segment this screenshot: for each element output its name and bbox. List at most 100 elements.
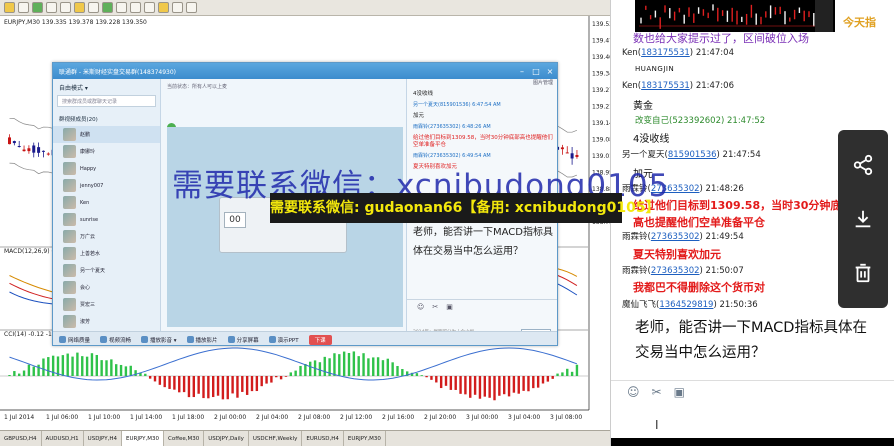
toolbar-button[interactable] <box>88 2 99 13</box>
video-counter: 00 <box>224 212 246 228</box>
emoji-icon[interactable]: ☺ <box>417 303 424 311</box>
minimize-icon[interactable]: – <box>515 67 529 76</box>
member-item[interactable]: 另一个夏天 <box>53 262 160 279</box>
histogram-bar <box>270 376 273 383</box>
scissors-icon[interactable]: ✂ <box>652 385 662 399</box>
sender-id-link[interactable]: 183175531 <box>641 81 690 91</box>
candle-body <box>37 147 41 153</box>
member-name: sunrise <box>80 216 99 223</box>
sender-id-link[interactable]: 273635302 <box>651 232 700 242</box>
history-toolbar[interactable]: 图片管理 <box>407 79 557 89</box>
download-button[interactable] <box>848 204 878 234</box>
toolbar-button[interactable] <box>18 2 29 13</box>
time-tick-label: 2 Jul 00:00 <box>214 414 246 421</box>
candle-body <box>8 137 11 145</box>
share-button[interactable] <box>848 150 878 180</box>
histogram-bar <box>42 358 45 376</box>
sender-id-link[interactable]: 273635302 <box>651 184 700 194</box>
toolbar-button[interactable] <box>102 2 113 13</box>
message-time: 21:49:54 <box>705 232 744 242</box>
toolbar-button[interactable]: 下课 <box>308 334 332 345</box>
image-icon[interactable]: ▣ <box>674 385 685 399</box>
image-icon[interactable]: ▣ <box>446 303 453 311</box>
histogram-bar <box>71 356 74 376</box>
toolbar-button[interactable] <box>116 2 127 13</box>
sender-id-link[interactable]: 815901536 <box>668 150 717 160</box>
symbol-tab[interactable]: Coffee,M30 <box>164 431 205 446</box>
toolbar-button[interactable]: 演示PPT <box>268 336 299 344</box>
time-tick-label: 2 Jul 04:00 <box>256 414 288 421</box>
candle-body <box>17 146 21 148</box>
chat-title: 联通群 - 米斯财经实盘交易群(148374930) <box>59 68 177 76</box>
candle-body <box>575 154 579 157</box>
sender-id-link[interactable]: 183175531 <box>641 48 690 58</box>
toolbar-button[interactable] <box>46 2 57 13</box>
symbol-tab[interactable]: USDJPY,Daily <box>204 431 249 446</box>
message-text: 数也给大家提示过了，区间破位入场 <box>633 32 809 45</box>
text-caret-icon: I <box>655 418 659 432</box>
member-item[interactable]: 会心 <box>53 279 160 296</box>
video-area[interactable]: 00 <box>167 127 403 327</box>
mode-dropdown[interactable]: 自由模式 ▾ <box>53 79 160 93</box>
toolbar-button[interactable] <box>158 2 169 13</box>
toolbar-button[interactable] <box>172 2 183 13</box>
toolbar-button[interactable]: 视频流畅 <box>100 336 131 344</box>
histogram-bar <box>284 376 288 377</box>
candle-body <box>565 152 569 154</box>
chat-bottom-toolbar: 网络质量 视频流畅 播放影音 ▾ 播放影片 分享屏幕 演示PPT 下课 <box>53 331 557 345</box>
delete-button[interactable] <box>848 258 878 288</box>
maximize-icon[interactable]: □ <box>529 67 543 76</box>
symbol-tab[interactable]: USDJPY,H4 <box>84 431 122 446</box>
histogram-bar <box>85 356 89 376</box>
toolbar-button[interactable] <box>186 2 197 13</box>
symbol-tab[interactable]: EURJPY,M30 <box>344 431 386 446</box>
histogram-bar <box>148 376 152 379</box>
toolbar-button[interactable] <box>60 2 71 13</box>
member-item[interactable]: Ken <box>53 194 160 211</box>
toolbar-button[interactable] <box>74 2 85 13</box>
symbol-tab[interactable]: AUDUSD,H1 <box>42 431 84 446</box>
sender-id-link[interactable]: 1364529819 <box>659 300 713 310</box>
histogram-bar <box>231 376 234 394</box>
member-item[interactable]: Happy <box>53 160 160 177</box>
avatar <box>63 298 76 311</box>
member-search-input[interactable]: 搜索群成员或群聊天记录 <box>57 95 156 107</box>
member-item[interactable]: sunrise <box>53 211 160 228</box>
member-item[interactable]: 贾宏三 <box>53 296 160 313</box>
time-tick-label: 3 Jul 00:00 <box>466 414 498 421</box>
toolbar-button-label: 下课 <box>314 337 326 344</box>
mini-message: 另一个夏天(815901536) 6:47:54 AM <box>413 102 501 108</box>
time-tick-label: 1 Jul 14:00 <box>130 414 162 421</box>
member-item[interactable]: 万广云 <box>53 228 160 245</box>
member-item[interactable]: 赵鹏 <box>53 126 160 143</box>
toolbar-button[interactable]: 播放影片 <box>186 336 218 344</box>
toolbar-button[interactable] <box>4 2 15 13</box>
member-item[interactable]: jenny007 <box>53 177 160 194</box>
histogram-bar <box>318 362 322 376</box>
symbol-tab[interactable]: EURJPY,M30 <box>122 431 164 446</box>
toolbar-button-icon <box>141 336 149 343</box>
member-item[interactable]: 淑芳 <box>53 313 160 330</box>
member-item[interactable]: 上善若水 <box>53 245 160 262</box>
scissors-icon[interactable]: ✂ <box>432 303 438 311</box>
toolbar-button[interactable] <box>32 2 43 13</box>
chat-titlebar[interactable]: 联通群 - 米斯财经实盘交易群(148374930) – □ × <box>53 63 557 79</box>
member-item[interactable]: 康娜玲 <box>53 143 160 160</box>
toolbar-button[interactable] <box>130 2 141 13</box>
message-input[interactable] <box>611 402 894 436</box>
symbol-tab[interactable]: GBPUSD,H4 <box>0 431 42 446</box>
avatar <box>63 264 76 277</box>
symbol-tab[interactable]: EURUSD,H4 <box>302 431 344 446</box>
toolbar-button[interactable]: 分享屏幕 <box>227 336 259 344</box>
message-text: 改变自己(523392602) 21:47:52 <box>635 116 766 126</box>
message-text: HUANGJIN <box>635 65 675 73</box>
emoji-icon[interactable]: ☺ <box>627 385 640 399</box>
toolbar-button[interactable]: 播放影音 ▾ <box>141 336 177 344</box>
sender-id-link[interactable]: 273635302 <box>651 266 700 276</box>
time-tick-label: 1 Jul 2014 <box>4 414 34 421</box>
candle-body <box>41 150 45 152</box>
symbol-tab[interactable]: USDCHF,Weekly <box>249 431 303 446</box>
toolbar-button[interactable]: 网络质量 <box>59 336 90 344</box>
toolbar-button[interactable] <box>144 2 155 13</box>
close-icon[interactable]: × <box>543 67 557 76</box>
